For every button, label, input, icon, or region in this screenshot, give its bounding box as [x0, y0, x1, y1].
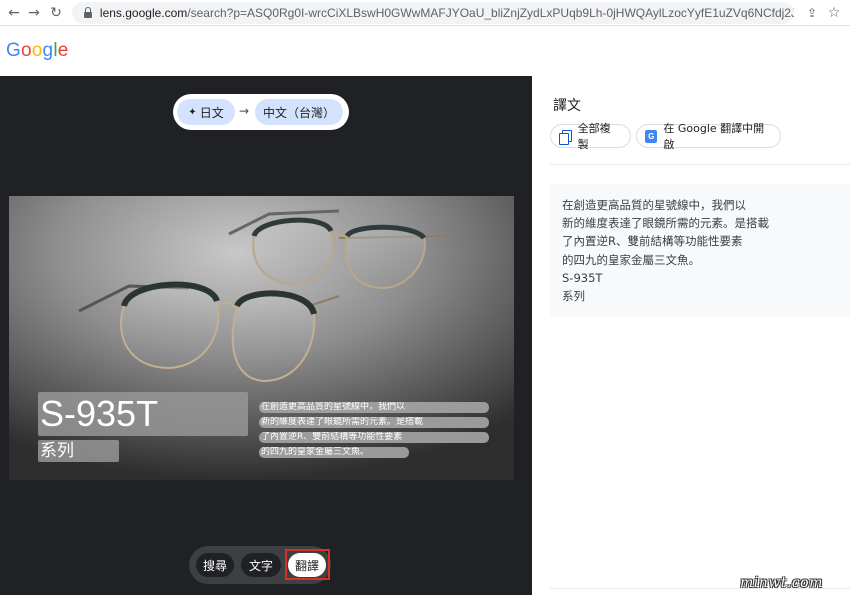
open-in-translate-label: 在 Google 翻譯中開啟 — [663, 122, 765, 151]
language-selector: ✦ 日文 → 中文（台灣） — [173, 94, 349, 130]
forward-icon[interactable]: → — [24, 3, 44, 23]
copy-all-label: 全部複製 — [577, 122, 611, 151]
watermark: minwt.com — [740, 575, 823, 591]
back-icon[interactable]: ← — [4, 3, 24, 23]
target-language-label: 中文（台灣） — [262, 105, 335, 120]
result-line: S-935T — [562, 270, 603, 285]
google-header: Google — [0, 27, 850, 76]
address-bar[interactable]: lens.google.com/search?p=ASQ0Rg0I-wrcCiX… — [72, 2, 794, 24]
logo-letter: G — [6, 40, 21, 61]
panel-title: 譯文 — [553, 98, 581, 114]
open-in-translate-button[interactable]: G 在 Google 翻譯中開啟 — [636, 122, 781, 151]
divider — [550, 164, 850, 165]
translation-result[interactable]: 在創造更高品質的星號線中，我們以 新的維度表達了眼鏡所需的元素。是搭載 了內置逆… — [550, 184, 850, 317]
google-logo[interactable]: Google — [6, 40, 69, 62]
logo-letter: o — [20, 40, 32, 61]
result-line: 了內置逆R、雙前結構等功能性要素 — [562, 234, 743, 249]
lock-icon — [82, 7, 94, 19]
overlay-text-line[interactable]: 在創造更高品質的星號線中，我們以 — [259, 402, 489, 413]
bookmark-star-icon[interactable]: ☆ — [824, 3, 844, 23]
share-icon[interactable]: ⇪ — [802, 3, 822, 23]
highlight-annotation — [285, 549, 330, 580]
copy-all-button[interactable]: 全部複製 — [550, 122, 631, 151]
result-line: 系列 — [562, 289, 585, 304]
overlay-text-line[interactable]: 新的維度表達了眼鏡所需的元素。是搭載 — [259, 417, 489, 428]
result-line: 新的維度表達了眼鏡所需的元素。是搭載 — [562, 216, 769, 231]
result-line: 在創造更高品質的星號線中，我們以 — [562, 198, 746, 212]
translation-panel: 譯文 全部複製 G 在 Google 翻譯中開啟 在創造更高品質的星號線中，我們… — [532, 76, 850, 595]
overlay-text-line[interactable]: 了內置逆R、雙前結構等功能性要素 — [259, 432, 489, 443]
sparkle-icon: ✦ — [188, 106, 197, 118]
url-text: lens.google.com/search?p=ASQ0Rg0I-wrcCiX… — [99, 6, 794, 20]
browser-toolbar: ← → ↻ lens.google.com/search?p=ASQ0Rg0I-… — [0, 0, 850, 26]
logo-letter: g — [42, 40, 54, 61]
mode-search-button[interactable]: 搜尋 — [196, 553, 234, 577]
mode-text-button[interactable]: 文字 — [241, 553, 281, 577]
source-language-button[interactable]: ✦ 日文 — [177, 99, 235, 125]
target-language-button[interactable]: 中文（台灣） — [255, 99, 343, 125]
logo-letter: e — [57, 40, 69, 61]
reload-icon[interactable]: ↻ — [46, 3, 66, 23]
copy-icon — [559, 129, 572, 145]
overlay-subtitle[interactable]: 系列 — [38, 440, 119, 462]
result-line: 的四九的皇家金屬三文魚。 — [562, 252, 700, 267]
logo-letter: o — [31, 40, 43, 61]
source-language-label: 日文 — [199, 105, 224, 120]
lens-image-pane: ✦ 日文 → 中文（台灣） S-935T 系列 在創造更高品質的星號線中，我們以… — [0, 76, 532, 595]
overlay-title[interactable]: S-935T — [38, 392, 248, 436]
overlay-text-line[interactable]: 的四九的皇家金屬三文魚。 — [259, 447, 409, 458]
google-translate-icon: G — [645, 129, 658, 143]
arrow-right-icon: → — [239, 104, 250, 118]
